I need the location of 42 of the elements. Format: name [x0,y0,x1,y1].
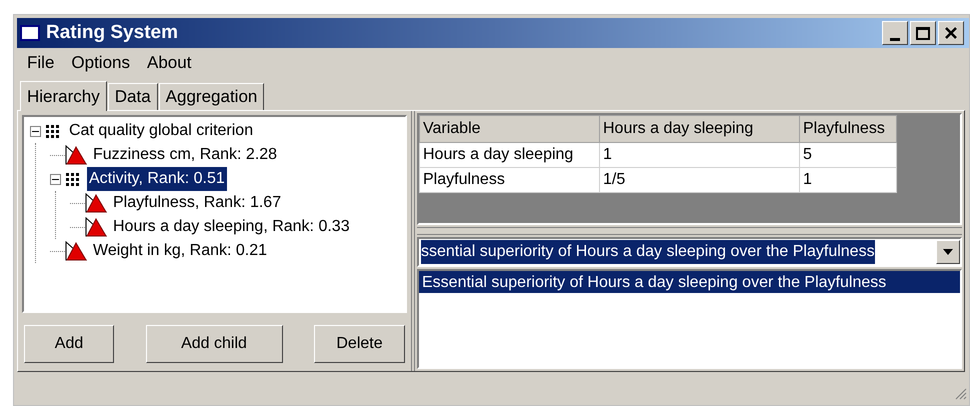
menu-item[interactable]: File [27,50,54,76]
dropdown[interactable]: ssential superiority of Hours a day sleeping over the Playfulness [417,237,962,267]
caret-icon [943,249,953,255]
action-button[interactable]: Add child [146,325,282,363]
tab[interactable]: Data [108,83,158,110]
tree-item[interactable]: Playfulness, Rank: 1.67 [111,191,284,215]
column-header: Hours a day sleeping [600,116,800,142]
minimize-button[interactable] [882,21,908,45]
grid-icon [45,124,59,138]
table-cell: 1 [800,168,896,192]
dropdown-arrow-button[interactable] [936,240,960,264]
tab[interactable]: Hierarchy [20,81,107,111]
resize-grip-icon [955,388,967,400]
tree-item[interactable]: Weight in kg, Rank: 0.21 [91,239,270,263]
app-icon [20,25,40,41]
close-icon [944,26,958,40]
warning-triangle-icon [65,145,87,165]
column-header: Variable [420,116,600,142]
list-item[interactable]: Essential superiority of Hours a day sleeping over the Playfulness [419,271,960,293]
menu-item[interactable]: Options [71,50,130,76]
splitter[interactable] [417,227,962,235]
action-button[interactable]: Delete [314,325,405,363]
tree-item[interactable]: Hours a day sleeping, Rank: 0.33 [111,215,352,239]
dropdown-value: ssential superiority of Hours a day sleeping over the Playfulness [421,240,875,264]
action-button[interactable]: Add [24,325,114,363]
expander[interactable] [50,174,61,184]
tree-item[interactable]: Fuzziness cm, Rank: 2.28 [91,143,280,167]
warning-triangle-icon [65,241,87,261]
menu-item[interactable]: About [147,50,192,76]
expander[interactable] [30,126,41,136]
column-header: Playfulness [800,116,896,142]
tree-item[interactable]: Cat quality global criterion [67,119,256,143]
table-cell: 1/5 [600,168,800,192]
maximize-button[interactable] [910,21,936,45]
tab[interactable]: Aggregation [158,83,264,110]
close-button[interactable] [938,21,964,45]
grid-icon [65,172,79,186]
table-cell: Playfulness [420,168,600,192]
warning-triangle-icon [85,193,107,213]
window-title: Rating System [46,20,178,45]
warning-triangle-icon [85,217,107,237]
tree-item[interactable]: Activity, Rank: 0.51 [87,167,227,191]
